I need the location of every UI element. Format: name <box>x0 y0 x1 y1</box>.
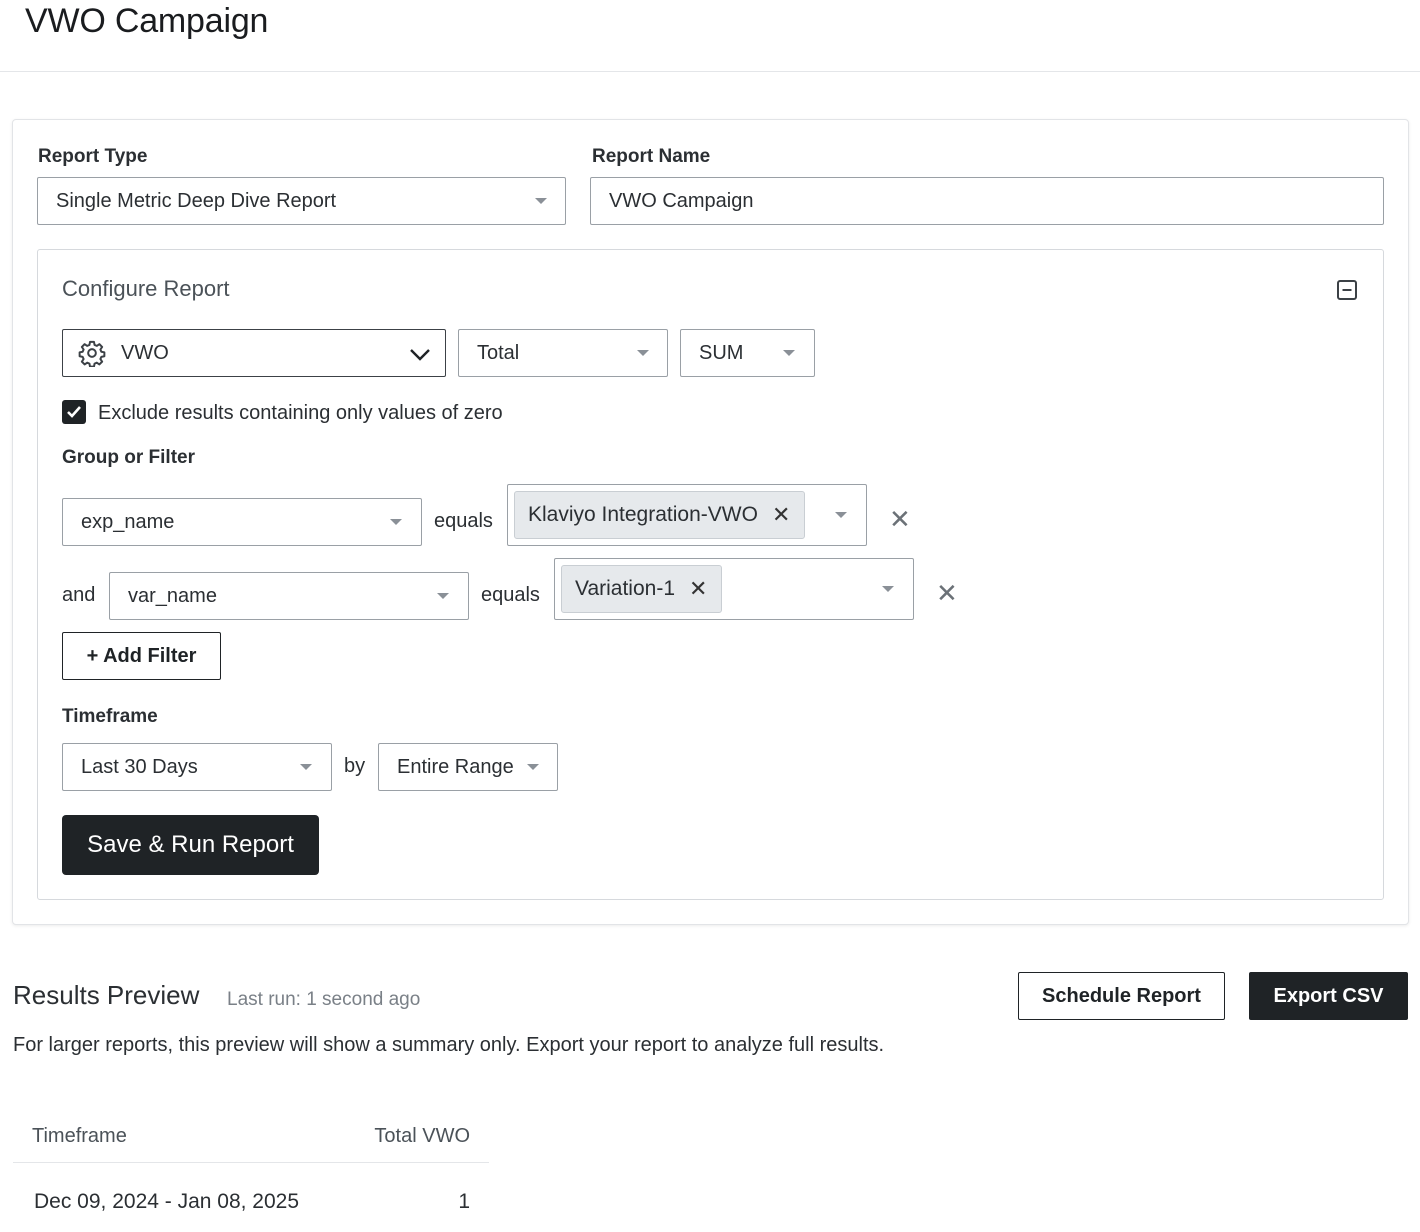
schedule-report-button[interactable]: Schedule Report <box>1018 972 1225 1020</box>
table-cell-total: 1 <box>458 1190 470 1213</box>
export-csv-button[interactable]: Export CSV <box>1249 972 1408 1020</box>
table-header-total: Total VWO <box>374 1125 470 1147</box>
table-cell-timeframe: Dec 09, 2024 - Jan 08, 2025 <box>34 1190 300 1213</box>
timeframe-value: Last 30 Days <box>81 755 198 778</box>
table-header-divider <box>13 1162 489 1163</box>
metric-value: VWO <box>121 341 169 364</box>
filter-value-chip: Variation-1 ✕ <box>561 565 723 613</box>
chip-label: Variation-1 <box>575 577 675 600</box>
chevron-down-icon <box>300 764 312 770</box>
exclude-zero-label: Exclude results containing only values o… <box>98 402 503 424</box>
table-header-timeframe: Timeframe <box>32 1125 127 1147</box>
configure-report-title: Configure Report <box>62 276 230 301</box>
report-type-value: Single Metric Deep Dive Report <box>56 189 337 212</box>
chevron-down-icon <box>437 593 449 599</box>
metric-select[interactable]: VWO <box>62 329 446 377</box>
by-label: by <box>344 755 366 777</box>
checkmark-icon <box>67 406 81 418</box>
results-preview-title: Results Preview <box>13 980 200 1010</box>
save-run-report-button[interactable]: Save & Run Report <box>62 815 319 875</box>
add-filter-button[interactable]: + Add Filter <box>62 632 221 680</box>
timeframe-label: Timeframe <box>62 706 158 727</box>
chevron-down-icon <box>409 345 431 361</box>
aggregation-select[interactable]: SUM <box>680 329 815 377</box>
chevron-down-icon <box>783 350 795 356</box>
filter-values-select[interactable]: Variation-1 ✕ <box>554 558 914 620</box>
measure-select[interactable]: Total <box>458 329 668 377</box>
filter-field-value: exp_name <box>81 510 175 533</box>
gear-icon <box>78 339 106 368</box>
exclude-zero-checkbox[interactable] <box>62 400 86 424</box>
close-icon[interactable]: ✕ <box>689 578 707 600</box>
filter-operator: equals <box>434 510 493 532</box>
page-title: VWO Campaign <box>25 2 269 40</box>
report-name-value: VWO Campaign <box>609 189 754 212</box>
measure-value: Total <box>477 341 520 364</box>
aggregation-value: SUM <box>699 341 744 364</box>
filter-operator: equals <box>481 584 540 606</box>
chevron-down-icon <box>835 512 847 518</box>
chevron-down-icon <box>535 198 547 204</box>
chevron-down-icon <box>390 519 402 525</box>
filter-values-select[interactable]: Klaviyo Integration-VWO ✕ <box>507 484 867 546</box>
report-type-select[interactable]: Single Metric Deep Dive Report <box>37 177 566 225</box>
results-note: For larger reports, this preview will sh… <box>13 1034 885 1056</box>
filter-conjunction: and <box>62 584 96 606</box>
granularity-select[interactable]: Entire Range <box>378 743 558 791</box>
chevron-down-icon <box>882 586 894 592</box>
filter-field-select[interactable]: exp_name <box>62 498 422 546</box>
collapse-minus-icon[interactable] <box>1336 279 1358 301</box>
filter-field-select[interactable]: var_name <box>109 572 469 620</box>
report-name-input[interactable]: VWO Campaign <box>590 177 1384 225</box>
report-name-label: Report Name <box>592 146 711 167</box>
remove-filter-close-icon[interactable]: ✕ <box>936 580 958 606</box>
granularity-value: Entire Range <box>397 755 514 778</box>
chevron-down-icon <box>637 350 649 356</box>
close-icon[interactable]: ✕ <box>772 504 790 526</box>
group-filter-label: Group or Filter <box>62 447 195 468</box>
chip-label: Klaviyo Integration-VWO <box>528 503 758 526</box>
report-type-label: Report Type <box>38 146 148 167</box>
remove-filter-close-icon[interactable]: ✕ <box>889 506 911 532</box>
timeframe-select[interactable]: Last 30 Days <box>62 743 332 791</box>
header-divider <box>0 71 1420 72</box>
last-run-timestamp: Last run: 1 second ago <box>227 989 421 1010</box>
filter-value-chip: Klaviyo Integration-VWO ✕ <box>514 491 806 539</box>
chevron-down-icon <box>527 764 539 770</box>
filter-field-value: var_name <box>128 584 217 607</box>
